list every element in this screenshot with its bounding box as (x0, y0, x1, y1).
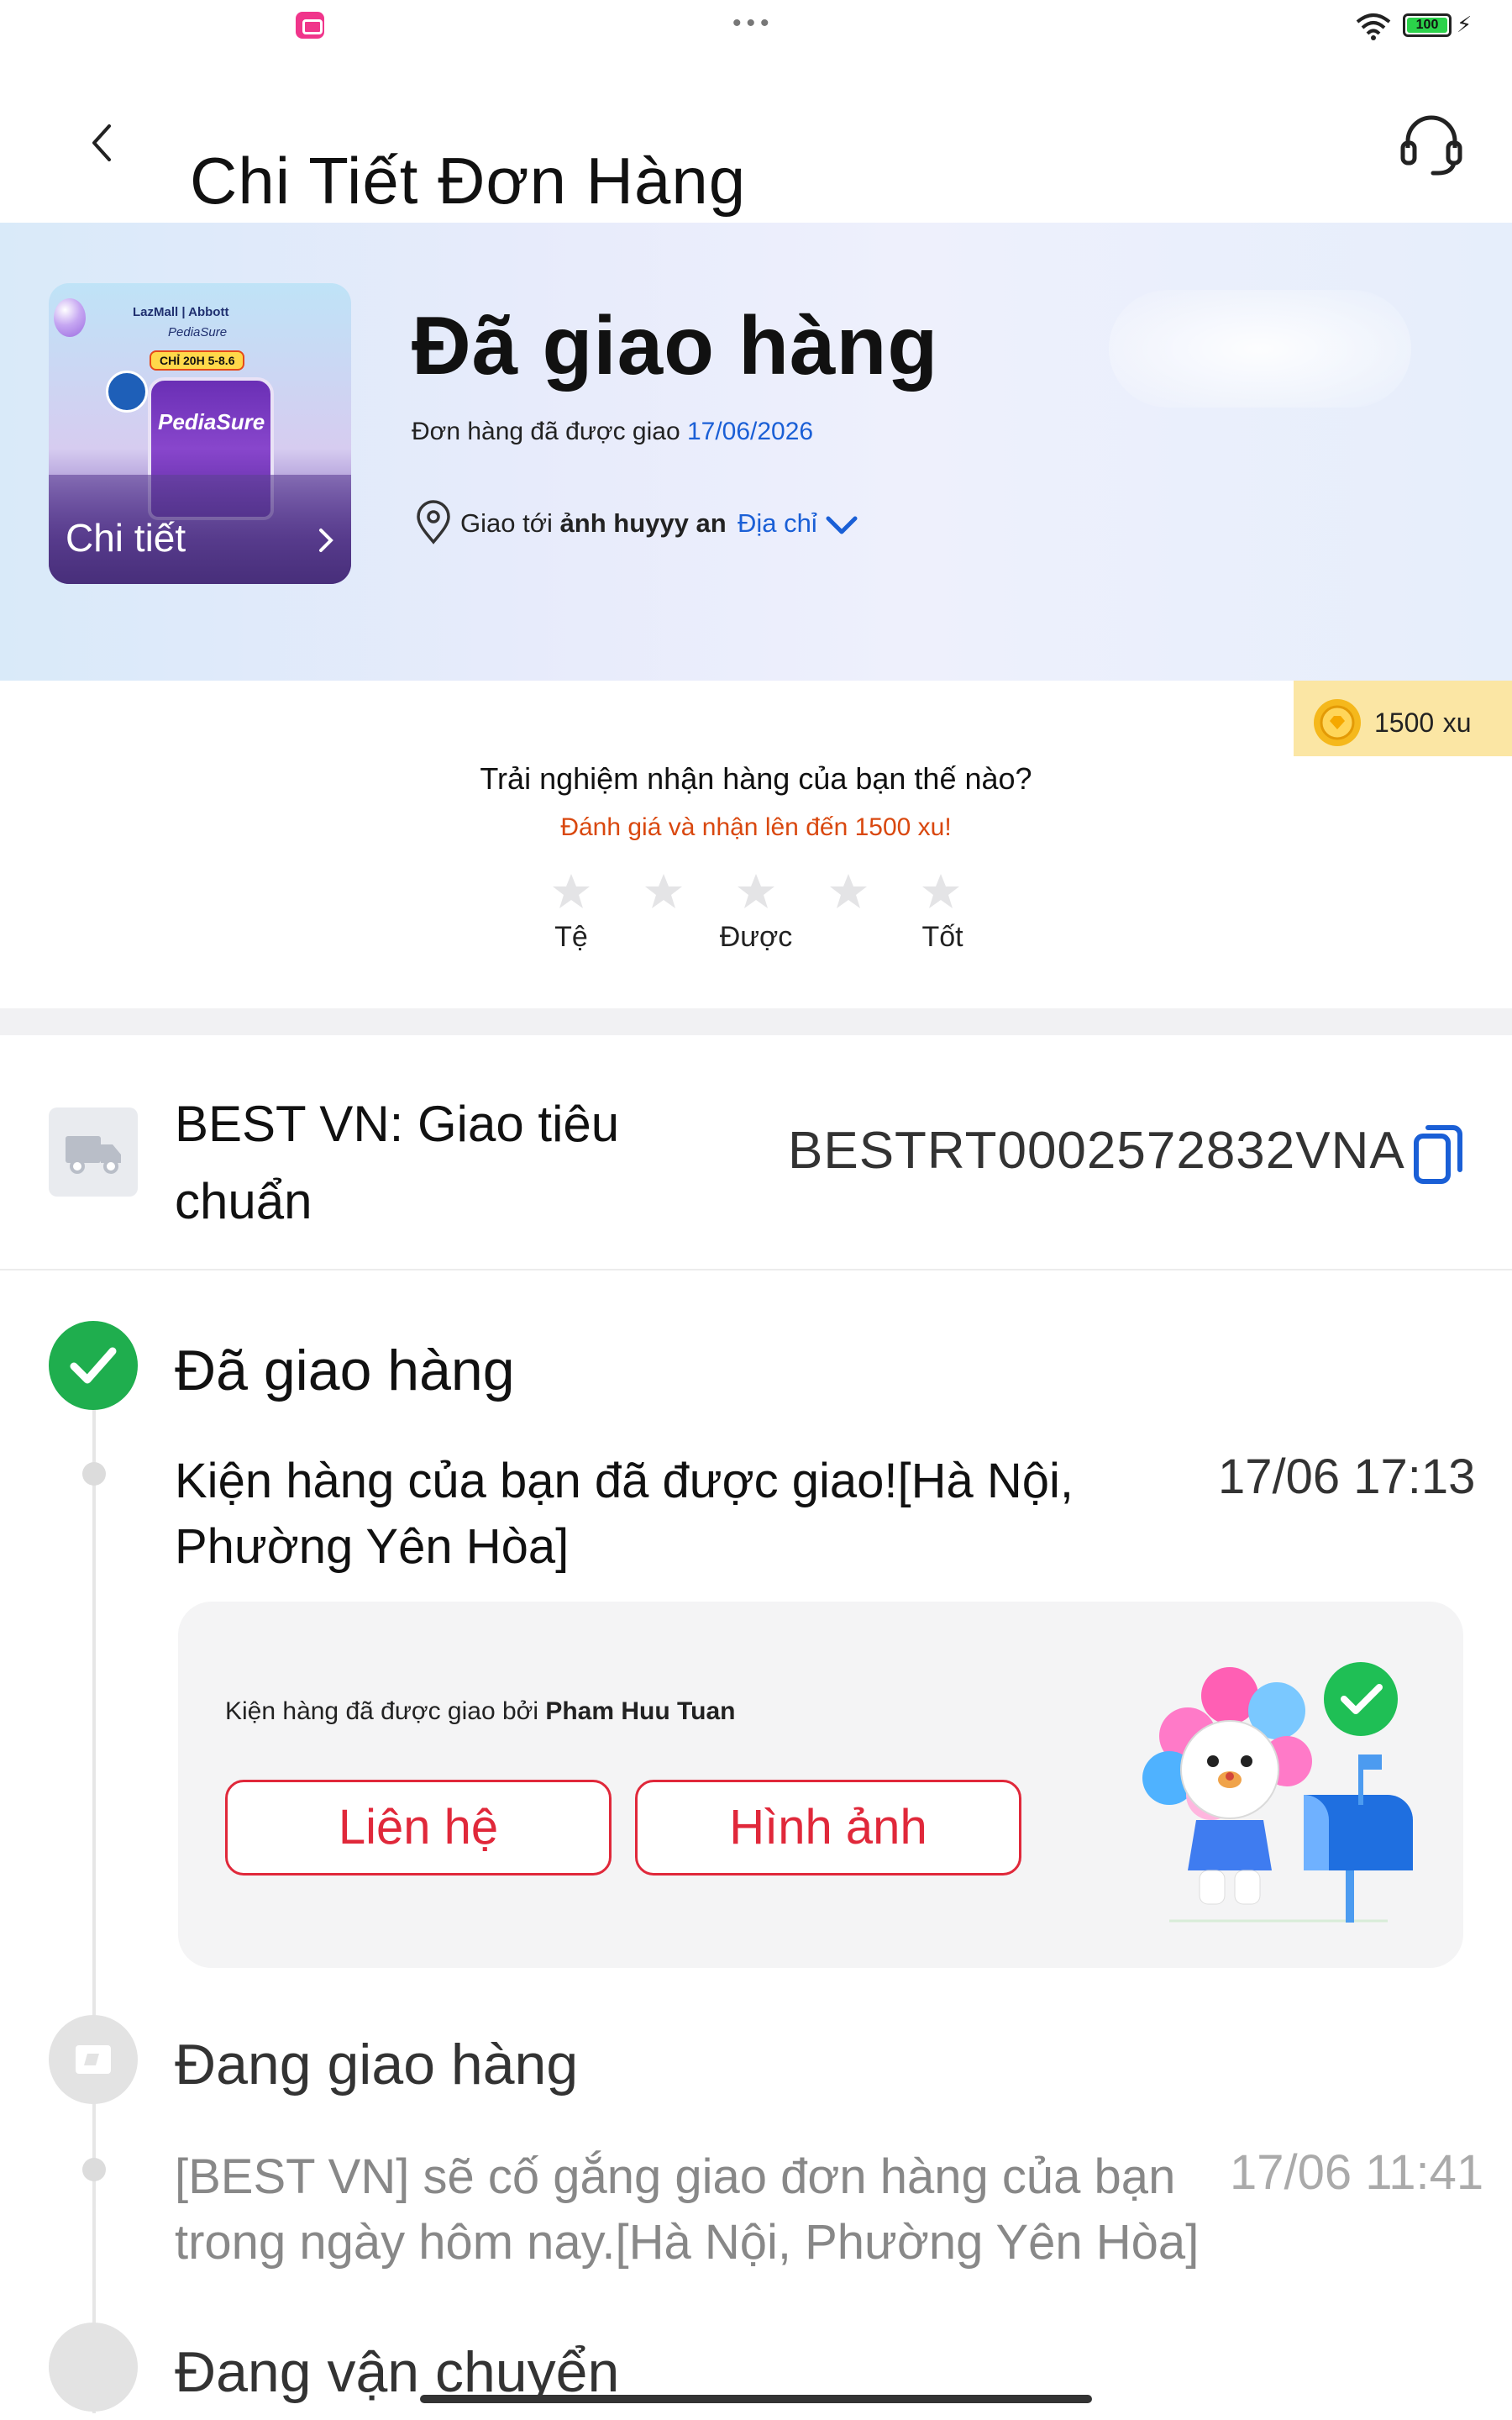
timeline-dot (82, 2158, 106, 2181)
product-brand: LazMall | Abbott (133, 305, 229, 319)
timeline-step-shipping-title: Đang giao hàng (175, 2033, 579, 2096)
timeline-line (92, 1371, 96, 2413)
battery-level: 100 (1407, 18, 1447, 33)
delivered-check-icon (49, 1321, 138, 1410)
app-icon (296, 12, 324, 39)
battery-icon: 100 (1403, 13, 1452, 37)
courier-name: Pham Huu Tuan (545, 1697, 736, 1725)
coins-amount: 1500 xu (1374, 704, 1472, 740)
app-header: Chi Tiết Đơn Hàng (0, 50, 1512, 223)
timeline-step-shipping-time: 17/06 11:41 (1230, 2145, 1484, 2200)
delivery-rating-section: 1500 xu Trải nghiệm nhận hàng của bạn th… (0, 681, 1512, 1008)
home-indicator[interactable] (420, 2395, 1092, 2403)
order-status-hero: LazMall | Abbott PediaSure CHỈ 20H 5-8.6… (0, 223, 1512, 681)
recipient-name: ảnh huyyy an (559, 508, 727, 538)
mascot-mailbox-illustration (1142, 1662, 1413, 1923)
rating-label-ok: Được (719, 921, 793, 953)
charging-icon: ⚡ (1457, 12, 1473, 37)
star-4-icon[interactable] (828, 872, 869, 911)
status-bar: ••• 100 ⚡ (0, 0, 1512, 50)
deliver-prefix: Giao tới (460, 508, 560, 538)
headset-support-icon[interactable] (1396, 109, 1467, 180)
timeline-step-delivered-title: Đã giao hàng (175, 1339, 515, 1402)
carrier-name: BEST VN: Giao tiêu chuẩn (175, 1096, 620, 1229)
out-for-delivery-icon (49, 2015, 138, 2104)
chevron-right-icon (319, 529, 333, 552)
star-1-icon[interactable] (551, 872, 591, 911)
courier-info: Kiện hàng đã được giao bởi Pham Huu Tuan (225, 1697, 735, 1726)
timeline-step-delivered-time: 17/06 17:13 (1218, 1449, 1476, 1504)
rating-label-bad: Tệ (554, 921, 588, 953)
chevron-down-icon[interactable] (825, 515, 858, 537)
order-status-title: Đã giao hàng (412, 299, 939, 392)
in-transit-icon (49, 2323, 138, 2412)
product-thumbnail-card[interactable]: LazMall | Abbott PediaSure CHỈ 20H 5-8.6… (49, 283, 351, 584)
tracking-number: BESTRT0002572832VNA (788, 1122, 1405, 1180)
delivery-proof-card: Kiện hàng đã được giao bởi Pham Huu Tuan… (178, 1602, 1463, 1968)
balloon-decoration (54, 298, 86, 337)
coin-icon (1314, 699, 1361, 746)
page-title: Chi Tiết Đơn Hàng (190, 144, 747, 218)
product-badge-icon (106, 371, 148, 413)
back-arrow-icon[interactable] (84, 118, 121, 168)
star-5-icon[interactable] (921, 872, 961, 911)
shipping-carrier-row: BEST VN: Giao tiêu chuẩn BESTRT000257283… (0, 1035, 1512, 1270)
coins-value: 1500 (1374, 708, 1435, 738)
copy-icon[interactable] (1411, 1123, 1465, 1186)
product-detail-link[interactable]: Chi tiết (66, 515, 186, 560)
product-subbrand: PediaSure (168, 325, 228, 339)
product-can-label: PediaSure (158, 409, 265, 434)
contact-courier-button[interactable]: Liên hệ (225, 1780, 612, 1876)
rating-question: Trải nghiệm nhận hàng của bạn thế nào? (480, 761, 1032, 796)
timeline-step-delivered-text: Kiện hàng của bạn đã được giao![Hà Nội, … (175, 1454, 1074, 1574)
location-pin-icon (417, 500, 450, 544)
wifi-icon (1356, 13, 1391, 40)
section-divider (0, 1008, 1512, 1035)
courier-prefix: Kiện hàng đã được giao bởi (225, 1697, 546, 1725)
timeline-step-shipping-text: [BEST VN] sẽ cố gắng giao đơn hàng của b… (175, 2149, 1200, 2270)
timeline-dot (82, 1462, 106, 1486)
delivery-photo-button[interactable]: Hình ảnh (635, 1780, 1021, 1876)
product-promo-tag: CHỈ 20H 5-8.6 (150, 350, 245, 371)
truck-icon (66, 1136, 121, 1174)
address-link[interactable]: Địa chỉ (738, 508, 817, 539)
star-2-icon[interactable] (643, 872, 684, 911)
star-3-icon[interactable] (736, 872, 776, 911)
rating-label-good: Tốt (921, 921, 963, 953)
coins-unit: xu (1442, 708, 1472, 738)
hero-glow (1109, 290, 1411, 408)
tracking-timeline: Đã giao hàng Kiện hàng của bạn đã được g… (0, 1270, 1512, 2420)
rating-reward-subtitle: Đánh giá và nhận lên đến 1500 xu! (560, 813, 952, 841)
more-dots-icon[interactable]: ••• (732, 11, 774, 36)
status-sub-text: Đơn hàng đã được giao (412, 418, 687, 445)
order-status-subtitle: Đơn hàng đã được giao 17/06/2026 (412, 418, 813, 446)
delivery-date: 17/06/2026 (686, 418, 814, 445)
deliver-to-label: Giao tới ảnh huyyy an (460, 508, 727, 539)
